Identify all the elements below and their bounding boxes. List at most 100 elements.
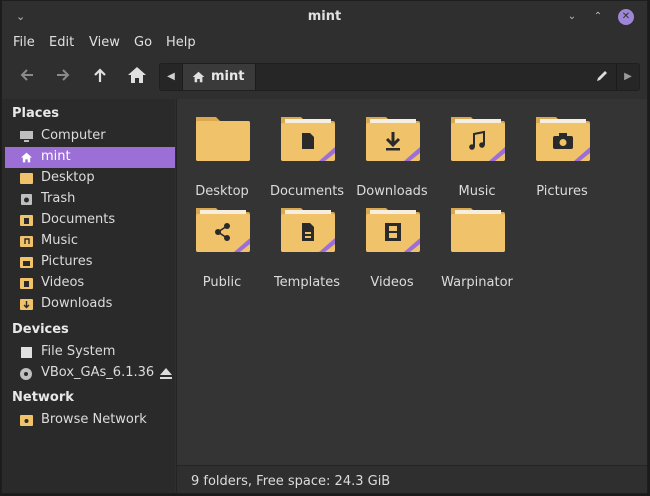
folder-label: Templates xyxy=(273,275,341,290)
videos-folder-icon xyxy=(366,208,420,252)
sidebar-item-vbox-gas[interactable]: VBox_GAs_6.1.36 xyxy=(5,363,175,384)
arrow-left-icon xyxy=(20,69,33,81)
documents-folder-icon xyxy=(20,215,33,226)
sidebar-item-label: File System xyxy=(41,344,116,359)
folder-videos[interactable]: Videos xyxy=(347,202,437,290)
status-bar: 9 folders, Free space: 24.3 GiB xyxy=(176,465,647,493)
downloads-folder-icon xyxy=(366,117,420,161)
menu-file[interactable]: File xyxy=(13,35,35,50)
pictures-folder-icon xyxy=(20,257,33,268)
sidebar-item-label: VBox_GAs_6.1.36 xyxy=(41,365,155,380)
templates-folder-icon xyxy=(281,208,335,252)
forward-button[interactable] xyxy=(51,66,75,88)
sidebar-item-trash[interactable]: Trash xyxy=(5,189,175,210)
sidebar-item-label: Videos xyxy=(41,275,85,290)
sidebar-item-label: Desktop xyxy=(41,170,95,185)
file-view[interactable]: Desktop Documents Downloads Music Pictur… xyxy=(176,99,647,465)
pictures-folder-icon xyxy=(536,117,590,161)
devices-heading: Devices xyxy=(12,322,69,337)
sidebar-item-pictures[interactable]: Pictures xyxy=(5,252,175,273)
minimize-button[interactable]: ⌄ xyxy=(564,9,580,25)
arrow-right-icon xyxy=(57,69,70,81)
folder-label: Desktop xyxy=(195,184,249,199)
folder-label: Warpinator xyxy=(441,275,513,290)
sidebar: Places Computer mint Desktop Trash Docum… xyxy=(2,99,175,493)
home-icon xyxy=(21,152,32,163)
folder-pictures[interactable]: Pictures xyxy=(517,111,607,199)
file-manager-window: ⌄ mint ⌄ ⌃ ✕ File Edit View Go Help ◀ mi… xyxy=(1,0,648,494)
warpinator-folder-icon xyxy=(451,208,505,252)
music-folder-icon xyxy=(20,236,33,247)
folder-desktop[interactable]: Desktop xyxy=(177,111,267,199)
folder-label: Music xyxy=(458,184,496,199)
pencil-icon xyxy=(597,71,607,81)
sidebar-item-label: mint xyxy=(41,149,71,164)
sidebar-item-label: Downloads xyxy=(41,296,113,311)
sidebar-item-downloads[interactable]: Downloads xyxy=(5,294,175,315)
window-title: mint xyxy=(307,9,342,24)
places-heading: Places xyxy=(12,106,60,121)
path-crumb-label: mint xyxy=(211,69,245,84)
home-icon xyxy=(128,67,146,83)
path-crumb-home[interactable]: mint xyxy=(183,64,256,90)
toolbar: ◀ mint ▶ xyxy=(2,58,647,96)
title-bar[interactable]: ⌄ mint ⌄ ⌃ ✕ xyxy=(2,1,647,33)
downloads-folder-icon xyxy=(20,299,33,310)
sidebar-item-label: Trash xyxy=(41,191,76,206)
computer-icon xyxy=(20,131,33,142)
menu-go[interactable]: Go xyxy=(134,35,152,50)
menu-help[interactable]: Help xyxy=(166,35,196,50)
folder-label: Downloads xyxy=(356,184,428,199)
desktop-folder-icon xyxy=(20,173,33,184)
arrow-up-icon xyxy=(94,68,106,82)
sidebar-item-documents[interactable]: Documents xyxy=(5,210,175,231)
folder-label: Documents xyxy=(269,184,345,199)
folder-label: Videos xyxy=(370,275,414,290)
documents-folder-icon xyxy=(281,117,335,161)
folder-public[interactable]: Public xyxy=(177,202,267,290)
folder-warpinator[interactable]: Warpinator xyxy=(432,202,522,290)
folder-documents[interactable]: Documents xyxy=(262,111,352,199)
disc-icon xyxy=(20,368,32,380)
back-button[interactable] xyxy=(15,66,39,88)
maximize-button[interactable]: ⌃ xyxy=(590,9,606,25)
menu-bar: File Edit View Go Help xyxy=(2,33,647,57)
sidebar-item-file-system[interactable]: File System xyxy=(5,342,175,363)
close-button[interactable]: ✕ xyxy=(618,9,634,25)
home-button[interactable] xyxy=(125,66,149,88)
sidebar-item-label: Music xyxy=(41,233,78,248)
network-folder-icon xyxy=(20,415,33,426)
eject-icon[interactable] xyxy=(159,367,173,380)
sidebar-item-computer[interactable]: Computer xyxy=(5,126,175,147)
trash-icon xyxy=(21,194,32,205)
sidebar-item-label: Pictures xyxy=(41,254,93,269)
sidebar-item-browse-network[interactable]: Browse Network xyxy=(5,410,175,431)
sidebar-item-label: Browse Network xyxy=(41,412,147,427)
sidebar-item-music[interactable]: Music xyxy=(5,231,175,252)
desktop-folder-icon xyxy=(196,117,250,161)
sidebar-item-desktop[interactable]: Desktop xyxy=(5,168,175,189)
videos-folder-icon xyxy=(20,278,33,289)
path-scroll-right-button[interactable]: ▶ xyxy=(616,64,639,90)
status-text: 9 folders, Free space: 24.3 GiB xyxy=(191,474,391,489)
folder-templates[interactable]: Templates xyxy=(262,202,352,290)
drive-icon xyxy=(21,347,32,358)
menu-edit[interactable]: Edit xyxy=(49,35,74,50)
home-icon xyxy=(192,71,205,83)
location-bar[interactable]: ◀ mint ▶ xyxy=(159,63,640,91)
sidebar-item-mint[interactable]: mint xyxy=(5,147,175,168)
folder-label: Pictures xyxy=(536,184,588,199)
folder-downloads[interactable]: Downloads xyxy=(347,111,437,199)
sidebar-item-label: Computer xyxy=(41,128,106,143)
menu-view[interactable]: View xyxy=(89,35,120,50)
path-scroll-left-button[interactable]: ◀ xyxy=(160,64,183,90)
public-folder-icon xyxy=(196,208,250,252)
network-heading: Network xyxy=(12,390,74,405)
sidebar-item-videos[interactable]: Videos xyxy=(5,273,175,294)
sidebar-item-label: Documents xyxy=(41,212,116,227)
folder-music[interactable]: Music xyxy=(432,111,522,199)
music-folder-icon xyxy=(451,117,505,161)
edit-path-button[interactable] xyxy=(595,69,611,85)
folder-label: Public xyxy=(202,275,242,290)
up-button[interactable] xyxy=(88,66,112,88)
